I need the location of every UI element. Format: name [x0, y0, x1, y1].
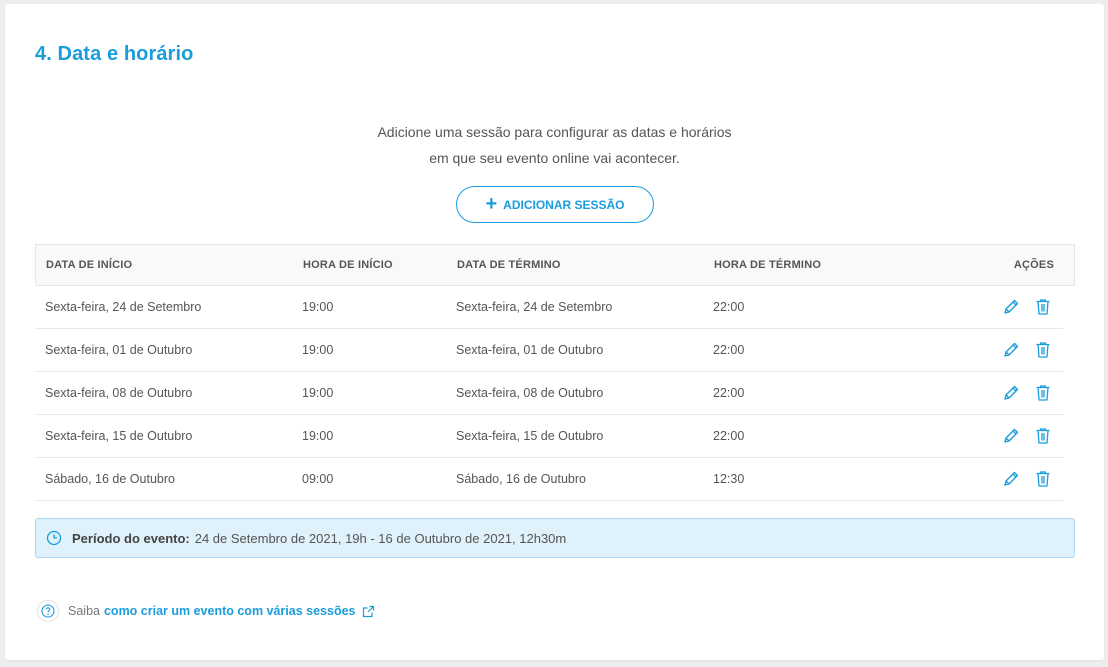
section-title: 4. Data e horário: [35, 43, 194, 65]
trash-icon[interactable]: [1033, 297, 1053, 317]
row-actions: [1001, 383, 1053, 403]
intro-line-1: Adicione uma sessão para configurar as d…: [377, 124, 732, 140]
cell-end-date: Sexta-feira, 24 de Setembro: [456, 300, 613, 314]
sessions-table: DATA DE INÍCIO HORA DE INÍCIO DATA DE TÉ…: [35, 244, 1075, 501]
cell-start-time: 09:00: [302, 472, 334, 486]
cell-start-date: Sexta-feira, 24 de Setembro: [45, 300, 202, 314]
cell-end-time: 22:00: [713, 343, 745, 357]
pencil-icon[interactable]: [1001, 383, 1021, 403]
date-time-card: 4. Data e horário Adicione uma sessão pa…: [5, 4, 1104, 660]
multi-session-help-link[interactable]: como criar um evento com várias sessões: [104, 604, 356, 618]
event-period-banner: Período do evento: 24 de Setembro de 202…: [35, 518, 1075, 558]
cell-end-date: Sábado, 16 de Outubro: [456, 472, 586, 486]
pencil-icon[interactable]: [1001, 469, 1021, 489]
cell-start-time: 19:00: [302, 300, 334, 314]
question-circle-icon: [37, 600, 59, 622]
cell-start-date: Sexta-feira, 01 de Outubro: [45, 343, 193, 357]
event-period-value: 24 de Setembro de 2021, 19h - 16 de Outu…: [194, 530, 567, 546]
pencil-icon[interactable]: [1001, 297, 1021, 317]
trash-icon[interactable]: [1033, 426, 1053, 446]
pencil-icon[interactable]: [1001, 426, 1021, 446]
header-end-time: HORA DE TÉRMINO: [714, 259, 822, 271]
help-link-row: Saiba como criar um evento com várias se…: [37, 600, 375, 622]
pencil-icon[interactable]: [1001, 340, 1021, 360]
cell-end-time: 22:00: [713, 386, 745, 400]
table-header: DATA DE INÍCIO HORA DE INÍCIO DATA DE TÉ…: [35, 244, 1075, 286]
cell-start-time: 19:00: [302, 386, 334, 400]
table-row: Sexta-feira, 01 de Outubro 19:00 Sexta-f…: [35, 329, 1063, 372]
trash-icon[interactable]: [1033, 340, 1053, 360]
plus-icon: +: [485, 192, 498, 215]
cell-end-date: Sexta-feira, 01 de Outubro: [456, 343, 604, 357]
cell-end-time: 12:30: [713, 472, 745, 486]
add-session-button[interactable]: + ADICIONAR SESSÃO: [456, 186, 654, 223]
cell-start-date: Sábado, 16 de Outubro: [45, 472, 175, 486]
table-row: Sexta-feira, 08 de Outubro 19:00 Sexta-f…: [35, 372, 1063, 415]
event-period-label: Período do evento:: [72, 530, 190, 546]
table-row: Sexta-feira, 24 de Setembro 19:00 Sexta-…: [35, 286, 1063, 329]
row-actions: [1001, 469, 1053, 489]
cell-start-date: Sexta-feira, 15 de Outubro: [45, 429, 193, 443]
trash-icon[interactable]: [1033, 383, 1053, 403]
table-row: Sábado, 16 de Outubro 09:00 Sábado, 16 d…: [35, 458, 1063, 501]
cell-end-date: Sexta-feira, 15 de Outubro: [456, 429, 604, 443]
clock-icon: [46, 530, 62, 546]
cell-start-date: Sexta-feira, 08 de Outubro: [45, 386, 193, 400]
table-row: Sexta-feira, 15 de Outubro 19:00 Sexta-f…: [35, 415, 1063, 458]
cell-end-time: 22:00: [713, 300, 745, 314]
add-session-label: ADICIONAR SESSÃO: [503, 197, 625, 212]
cell-start-time: 19:00: [302, 343, 334, 357]
row-actions: [1001, 426, 1053, 446]
header-end-date: DATA DE TÉRMINO: [457, 259, 561, 271]
header-start-time: HORA DE INÍCIO: [303, 259, 393, 271]
help-prefix: Saiba: [68, 604, 100, 618]
cell-end-time: 22:00: [713, 429, 745, 443]
intro-text: Adicione uma sessão para configurar as d…: [5, 119, 1104, 171]
header-actions: AÇÕES: [1013, 259, 1054, 271]
cell-start-time: 19:00: [302, 429, 334, 443]
external-link-icon[interactable]: [362, 605, 375, 618]
header-start-date: DATA DE INÍCIO: [46, 259, 133, 271]
cell-end-date: Sexta-feira, 08 de Outubro: [456, 386, 604, 400]
trash-icon[interactable]: [1033, 469, 1053, 489]
intro-line-2: em que seu evento online vai acontecer.: [429, 150, 680, 166]
row-actions: [1001, 340, 1053, 360]
row-actions: [1001, 297, 1053, 317]
